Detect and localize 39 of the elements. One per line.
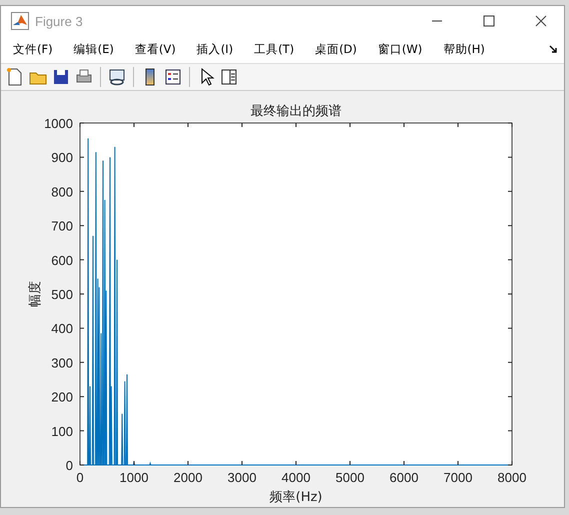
y-tick-label: 900 xyxy=(51,150,73,166)
y-tick-label: 500 xyxy=(51,287,73,302)
y-axis-label: 幅度 xyxy=(28,281,43,307)
maximize-icon xyxy=(483,15,495,27)
x-tick-label: 8000 xyxy=(498,470,526,485)
x-tick-label: 4000 xyxy=(282,470,310,485)
x-tick-label: 6000 xyxy=(390,470,418,485)
menu-item[interactable]: 编辑(E) xyxy=(68,39,120,60)
y-tick-label: 200 xyxy=(51,390,73,405)
menu-item[interactable]: 查看(V) xyxy=(128,39,182,60)
property-editor-icon[interactable] xyxy=(219,67,239,88)
y-tick-label: 800 xyxy=(51,184,73,200)
y-tick-label: 0 xyxy=(66,458,73,473)
legend-icon[interactable] xyxy=(163,67,183,88)
window-title: Figure 3 xyxy=(35,14,84,28)
close-icon xyxy=(535,15,547,27)
x-tick-label: 3000 xyxy=(228,470,256,485)
x-tick-label: 2000 xyxy=(174,470,202,485)
dock-arrow-icon[interactable] xyxy=(549,45,558,54)
chart-title: 最终输出的频谱 xyxy=(250,104,342,119)
app-logo-icon xyxy=(11,12,29,30)
menu-item[interactable]: 桌面(D) xyxy=(309,39,363,60)
x-tick-label: 1000 xyxy=(120,470,148,485)
menu-item[interactable]: 文件(F) xyxy=(7,39,59,60)
y-tick-label: 100 xyxy=(51,424,73,439)
menu-item[interactable]: 工具(T) xyxy=(248,39,300,60)
y-tick-label: 700 xyxy=(51,218,73,234)
menu-item[interactable]: 帮助(H) xyxy=(437,39,491,60)
x-tick-label: 7000 xyxy=(444,470,472,485)
link-plot-icon[interactable] xyxy=(107,67,127,88)
y-tick-label: 300 xyxy=(51,355,73,370)
x-tick-label: 0 xyxy=(76,470,84,485)
x-axis-label: 频率(Hz) xyxy=(270,490,322,505)
y-tick-label: 600 xyxy=(51,252,73,268)
y-tick-label: 400 xyxy=(51,321,73,336)
y-tick-label: 1000 xyxy=(44,116,73,131)
menu-item[interactable]: 窗口(W) xyxy=(372,39,428,60)
x-tick-label: 5000 xyxy=(336,470,364,485)
menu-item[interactable]: 插入(I) xyxy=(190,39,240,60)
